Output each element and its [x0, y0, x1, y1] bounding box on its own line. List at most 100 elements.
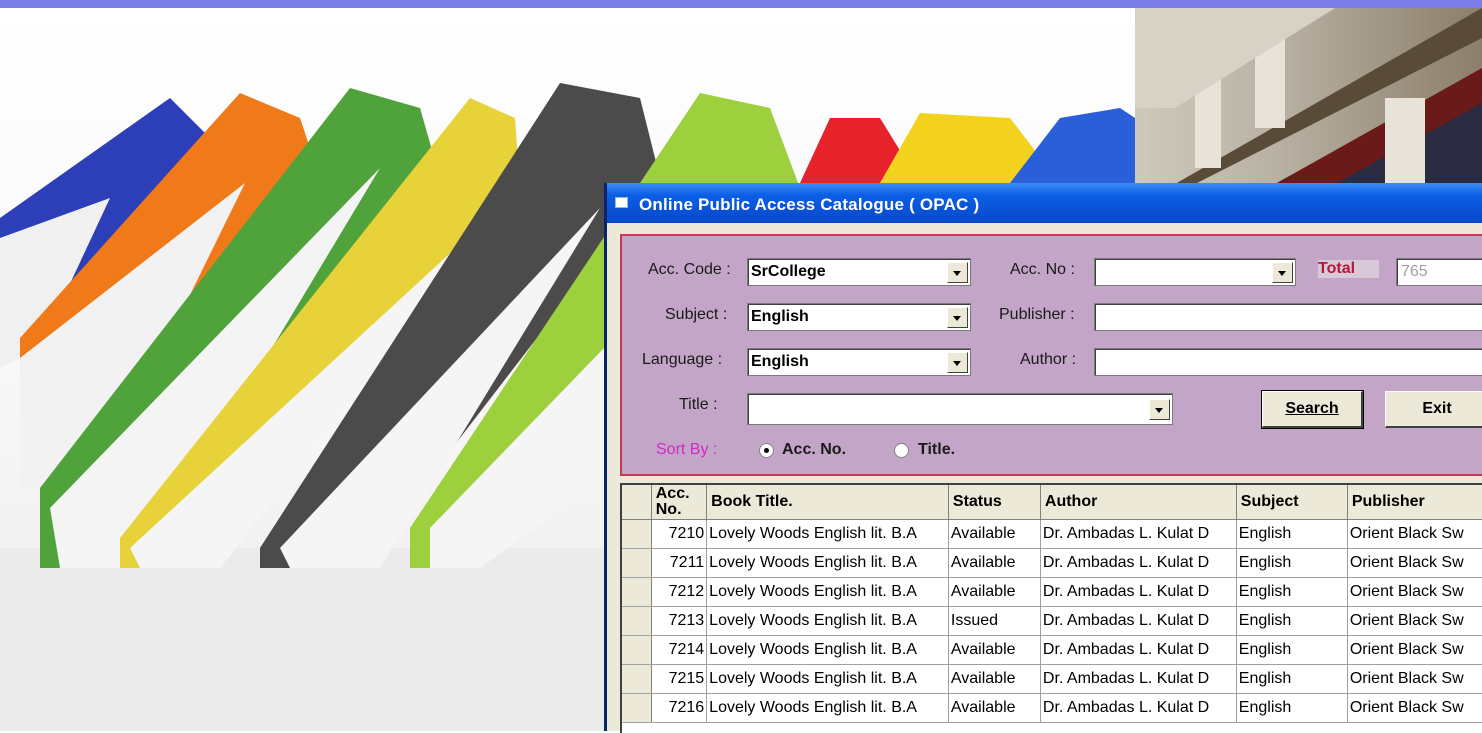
cell-subject[interactable]: English — [1236, 606, 1348, 636]
cell-publisher[interactable]: Orient Black Sw — [1347, 577, 1482, 607]
cell-subject[interactable]: English — [1236, 577, 1348, 607]
cell-status[interactable]: Available — [948, 664, 1041, 694]
col-header-status[interactable]: Status — [948, 485, 1041, 520]
title-combo[interactable] — [747, 393, 1173, 425]
cell-subject[interactable]: English — [1236, 635, 1348, 665]
language-label: Language : — [642, 351, 723, 368]
cell-subject[interactable]: English — [1236, 519, 1348, 549]
table-row[interactable]: 7216 Lovely Woods English lit. B.A Avail… — [622, 693, 1482, 723]
chevron-down-icon[interactable] — [1149, 399, 1170, 420]
table-row[interactable]: 7213 Lovely Woods English lit. B.A Issue… — [622, 606, 1482, 636]
cell-publisher[interactable]: Orient Black Sw — [1347, 664, 1482, 694]
chevron-down-icon[interactable] — [947, 262, 968, 283]
chevron-down-icon[interactable] — [947, 352, 968, 373]
total-label: Total — [1318, 260, 1380, 278]
cell-publisher[interactable]: Orient Black Sw — [1347, 693, 1482, 723]
desktop-top-bar — [0, 0, 1482, 8]
cell-book-title[interactable]: Lovely Woods English lit. B.A — [706, 664, 949, 694]
cell-subject[interactable]: English — [1236, 548, 1348, 578]
dialog-title: Online Public Access Catalogue ( OPAC ) — [639, 195, 980, 214]
grid-header-row: Acc. No. Book Title. Status Author Subje… — [622, 485, 1482, 520]
language-combo[interactable]: English — [747, 348, 971, 376]
col-header-publisher[interactable]: Publisher — [1347, 485, 1482, 520]
publisher-label: Publisher : — [999, 306, 1075, 323]
cell-status[interactable]: Available — [948, 548, 1041, 578]
subject-combo[interactable]: English — [747, 303, 971, 331]
cell-status[interactable]: Available — [948, 577, 1041, 607]
cell-book-title[interactable]: Lovely Woods English lit. B.A — [706, 548, 949, 578]
table-row[interactable]: 7211 Lovely Woods English lit. B.A Avail… — [622, 548, 1482, 578]
cell-status[interactable]: Available — [948, 519, 1041, 549]
author-label: Author : — [1020, 351, 1077, 368]
row-selector[interactable] — [622, 548, 652, 578]
chevron-down-icon[interactable] — [1272, 262, 1293, 283]
cell-author[interactable]: Dr. Ambadas L. Kulat D — [1040, 635, 1237, 665]
sort-title-label[interactable]: Title. — [918, 441, 955, 459]
sort-acc-no-label[interactable]: Acc. No. — [782, 441, 846, 459]
col-header-acc-no[interactable]: Acc. No. — [651, 485, 708, 520]
exit-button[interactable]: Exit — [1385, 391, 1482, 428]
col-header-author[interactable]: Author — [1040, 485, 1237, 520]
cell-author[interactable]: Dr. Ambadas L. Kulat D — [1040, 606, 1237, 636]
cell-book-title[interactable]: Lovely Woods English lit. B.A — [706, 519, 949, 549]
cell-book-title[interactable]: Lovely Woods English lit. B.A — [706, 606, 949, 636]
cell-publisher[interactable]: Orient Black Sw — [1347, 606, 1482, 636]
cell-status[interactable]: Available — [948, 693, 1041, 723]
language-value: English — [751, 353, 809, 370]
row-selector-header[interactable] — [622, 485, 652, 520]
table-row[interactable]: 7214 Lovely Woods English lit. B.A Avail… — [622, 635, 1482, 665]
acc-no-label: Acc. No : — [1010, 261, 1075, 278]
row-selector[interactable] — [622, 693, 652, 723]
table-row[interactable]: 7215 Lovely Woods English lit. B.A Avail… — [622, 664, 1482, 694]
author-input[interactable] — [1094, 348, 1482, 376]
cell-acc-no[interactable]: 7214 — [651, 635, 708, 665]
acc-no-combo[interactable] — [1094, 258, 1296, 286]
search-button-label: Search — [1285, 400, 1339, 417]
library-shelf-photo — [1135, 8, 1482, 184]
cell-author[interactable]: Dr. Ambadas L. Kulat D — [1040, 548, 1237, 578]
cell-publisher[interactable]: Orient Black Sw — [1347, 548, 1482, 578]
sort-title-radio[interactable] — [894, 443, 909, 458]
row-selector[interactable] — [622, 519, 652, 549]
cell-acc-no[interactable]: 7211 — [651, 548, 708, 578]
cell-acc-no[interactable]: 7212 — [651, 577, 708, 607]
cell-book-title[interactable]: Lovely Woods English lit. B.A — [706, 635, 949, 665]
cell-author[interactable]: Dr. Ambadas L. Kulat D — [1040, 519, 1237, 549]
cell-acc-no[interactable]: 7216 — [651, 693, 708, 723]
cell-publisher[interactable]: Orient Black Sw — [1347, 519, 1482, 549]
search-button[interactable]: Search — [1261, 390, 1364, 429]
cell-subject[interactable]: English — [1236, 693, 1348, 723]
total-value: 765 — [1401, 263, 1428, 280]
row-selector[interactable] — [622, 664, 652, 694]
dialog-titlebar[interactable]: Online Public Access Catalogue ( OPAC ) — [607, 183, 1482, 223]
results-grid: Acc. No. Book Title. Status Author Subje… — [620, 483, 1482, 733]
table-row[interactable]: 7212 Lovely Woods English lit. B.A Avail… — [622, 577, 1482, 607]
row-selector[interactable] — [622, 577, 652, 607]
cell-book-title[interactable]: Lovely Woods English lit. B.A — [706, 577, 949, 607]
cell-publisher[interactable]: Orient Black Sw — [1347, 635, 1482, 665]
cell-author[interactable]: Dr. Ambadas L. Kulat D — [1040, 693, 1237, 723]
col-header-book-title[interactable]: Book Title. — [706, 485, 949, 520]
cell-author[interactable]: Dr. Ambadas L. Kulat D — [1040, 577, 1237, 607]
cell-acc-no[interactable]: 7213 — [651, 606, 708, 636]
table-row[interactable]: 7210 Lovely Woods English lit. B.A Avail… — [622, 519, 1482, 549]
sort-acc-no-radio[interactable] — [759, 443, 774, 458]
opac-dialog: Online Public Access Catalogue ( OPAC ) … — [604, 183, 1482, 733]
col-header-subject[interactable]: Subject — [1236, 485, 1348, 520]
cell-author[interactable]: Dr. Ambadas L. Kulat D — [1040, 664, 1237, 694]
cell-book-title[interactable]: Lovely Woods English lit. B.A — [706, 693, 949, 723]
subject-value: English — [751, 308, 809, 325]
acc-code-combo[interactable]: SrCollege — [747, 258, 971, 286]
cell-acc-no[interactable]: 7210 — [651, 519, 708, 549]
row-selector[interactable] — [622, 606, 652, 636]
cell-subject[interactable]: English — [1236, 664, 1348, 694]
acc-code-value: SrCollege — [751, 263, 826, 280]
cell-status[interactable]: Issued — [948, 606, 1041, 636]
publisher-input[interactable] — [1094, 303, 1482, 331]
sort-by-label: Sort By : — [656, 441, 718, 458]
cell-status[interactable]: Available — [948, 635, 1041, 665]
acc-code-label: Acc. Code : — [648, 261, 731, 278]
chevron-down-icon[interactable] — [947, 307, 968, 328]
row-selector[interactable] — [622, 635, 652, 665]
cell-acc-no[interactable]: 7215 — [651, 664, 708, 694]
